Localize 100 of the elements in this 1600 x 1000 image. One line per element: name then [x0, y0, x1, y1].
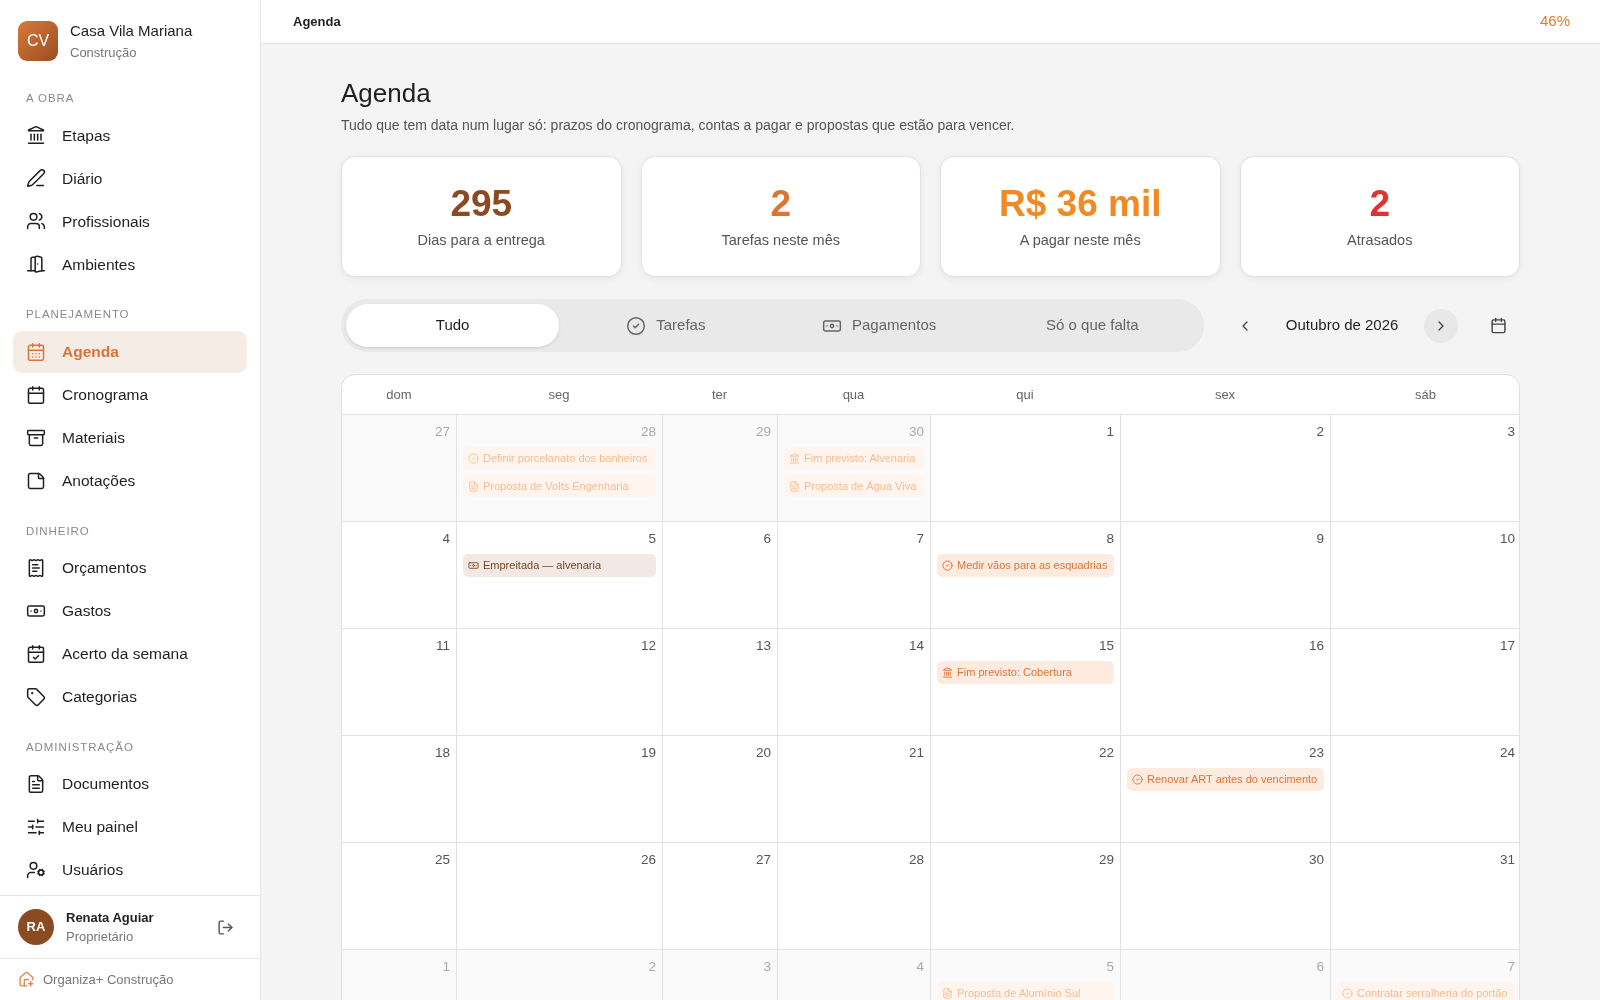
note-icon [26, 470, 46, 491]
day-number: 14 [908, 637, 924, 655]
nav-item[interactable]: Ambientes [13, 243, 247, 286]
check-circle-icon [626, 315, 647, 336]
nav-item[interactable]: Anotações [13, 459, 247, 502]
nav-item[interactable]: Usuários [13, 849, 247, 891]
check-circle-icon [942, 560, 953, 571]
nav-item[interactable]: Categorias [13, 675, 247, 718]
check-circle-icon [468, 453, 479, 464]
weekday-label: ter [711, 385, 728, 404]
app-name: Organiza+ Construção [43, 970, 174, 989]
nav-item[interactable]: Cronograma [13, 373, 247, 416]
logout-button[interactable] [217, 918, 234, 936]
day-number: 3 [763, 958, 771, 976]
calendar-icon [26, 341, 46, 362]
day-number: 5 [648, 530, 656, 548]
logout-icon [217, 918, 234, 936]
day-number: 27 [434, 423, 450, 441]
weekday-label: qui [1016, 385, 1034, 404]
document-icon [789, 480, 800, 492]
nav-item[interactable]: Acerto da semana [13, 632, 247, 675]
nav-item[interactable]: Documentos [13, 763, 247, 805]
stat-value: 295 [450, 181, 513, 226]
archive-icon [26, 427, 46, 448]
day-number: 22 [1098, 744, 1114, 762]
day-number: 10 [1499, 530, 1515, 548]
banknote-icon [468, 560, 479, 571]
calendar-event[interactable]: Empreitada — alvenaria [463, 554, 656, 577]
pavilion-icon [942, 667, 953, 678]
stat-label: Atrasados [1347, 230, 1413, 250]
user-gear-icon [26, 860, 46, 880]
day-number: 28 [908, 851, 924, 869]
calendar-icon [1490, 317, 1508, 334]
nav-item[interactable]: Meu painel [13, 806, 247, 848]
nav-item[interactable]: Gastos [13, 589, 247, 632]
day-number: 1 [442, 958, 450, 976]
project-name: Casa Vila Mariana [70, 21, 193, 41]
day-number: 15 [1098, 637, 1114, 655]
day-number: 9 [1316, 530, 1324, 548]
day-number: 24 [1499, 744, 1515, 762]
weekday-label: qua [842, 385, 865, 404]
day-number: 5 [1106, 958, 1114, 976]
check-circle-icon [1132, 774, 1143, 785]
door-icon [26, 254, 46, 275]
people-icon [26, 211, 46, 232]
day-number: 4 [916, 958, 924, 976]
house-plus-icon [18, 971, 35, 988]
nav-item[interactable]: Materiais [13, 416, 247, 459]
day-number: 3 [1507, 423, 1515, 441]
day-number: 7 [1507, 958, 1515, 976]
day-number: 6 [763, 530, 771, 548]
stat-label: Dias para a entrega [417, 230, 545, 250]
calendar-check-icon [26, 643, 46, 664]
stat-value: R$ 36 mil [999, 181, 1162, 226]
day-number: 16 [1308, 637, 1324, 655]
tag-icon [26, 686, 46, 707]
weekday-label: sáb [1415, 385, 1436, 404]
day-number: 29 [1098, 851, 1114, 869]
section-label: PLANEJAMENTO [25, 307, 131, 323]
day-number: 26 [640, 851, 656, 869]
document-icon [942, 988, 953, 999]
day-number: 20 [755, 744, 771, 762]
document-icon [26, 774, 46, 794]
stat-value: 2 [770, 181, 792, 226]
sliders-icon [26, 817, 46, 837]
nav-item[interactable]: Diário [13, 157, 247, 200]
day-number: 2 [1316, 423, 1324, 441]
day-number: 31 [1499, 851, 1515, 869]
nav-item[interactable]: Orçamentos [13, 546, 247, 589]
nav-item[interactable]: Profissionais [13, 200, 247, 243]
section-label: A OBRA [25, 91, 76, 106]
filter-tab[interactable]: Só o que falta [985, 304, 1199, 347]
project-logo: CV [18, 21, 58, 61]
check-circle-icon [1342, 988, 1353, 999]
section-label: ADMINISTRAÇÃO [25, 739, 135, 755]
day-number: 7 [916, 530, 924, 548]
user-avatar: RA [18, 909, 54, 945]
day-number: 27 [755, 851, 771, 869]
nav-item[interactable]: Etapas [13, 114, 247, 157]
day-number: 17 [1499, 637, 1515, 655]
day-number: 12 [640, 637, 656, 655]
day-number: 30 [908, 423, 924, 441]
pavilion-icon [789, 453, 800, 464]
stat-label: Tarefas neste mês [721, 230, 840, 250]
day-number: 13 [755, 637, 771, 655]
weekday-label: sex [1214, 385, 1236, 404]
calendar-icon [26, 384, 46, 405]
weekday-label: seg [548, 385, 570, 404]
filter-tab[interactable]: Tarefas [559, 304, 773, 347]
day-number: 21 [908, 744, 924, 762]
day-number: 18 [434, 744, 450, 762]
pavilion-icon [26, 125, 46, 146]
day-number: 19 [640, 744, 656, 762]
day-number: 23 [1308, 744, 1324, 762]
day-number: 29 [755, 423, 771, 441]
project-type: Construção [70, 43, 138, 62]
day-number: 8 [1106, 530, 1114, 548]
day-number: 30 [1308, 851, 1324, 869]
filter-tab[interactable]: Pagamentos [772, 304, 986, 347]
filter-tab[interactable]: Tudo [346, 304, 560, 347]
